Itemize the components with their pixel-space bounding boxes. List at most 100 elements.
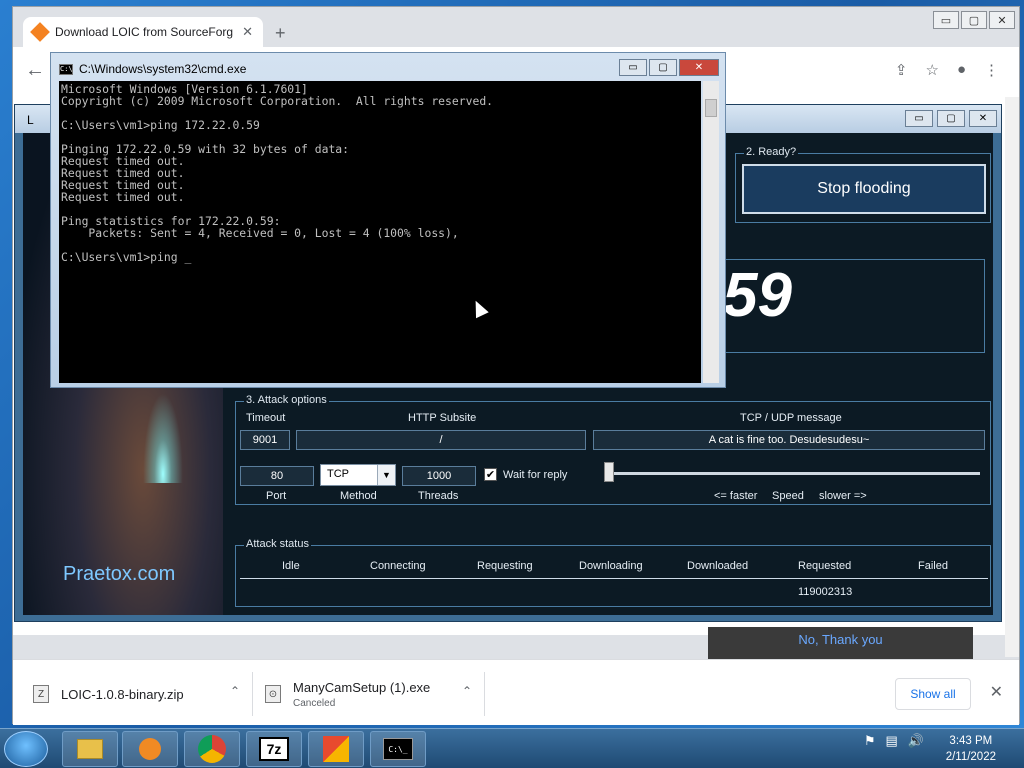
taskbar-explorer[interactable] bbox=[62, 731, 118, 767]
show-all-button[interactable]: Show all bbox=[895, 678, 971, 710]
port-input[interactable]: 80 bbox=[240, 466, 314, 486]
system-tray: ⚑ ▤ 🔊 bbox=[864, 733, 924, 749]
threads-input[interactable]: 1000 bbox=[402, 466, 476, 486]
network-icon[interactable]: ▤ bbox=[886, 733, 898, 749]
download-bar: Z LOIC-1.0.8-binary.zip ⌃ ⊙ ManyCamSetup… bbox=[13, 659, 1019, 725]
target-display: 59 bbox=[723, 259, 985, 353]
minimize-button[interactable]: ▭ bbox=[933, 11, 959, 29]
scroll-thumb[interactable] bbox=[705, 99, 717, 117]
taskbar-office[interactable] bbox=[308, 731, 364, 767]
share-icon[interactable]: ⇪ bbox=[895, 61, 908, 79]
port-label: Port bbox=[266, 490, 287, 502]
threads-label: Threads bbox=[418, 490, 459, 502]
cmd-window: C:\ C:\Windows\system32\cmd.exe ▭ ▢ ✕ Mi… bbox=[50, 52, 726, 388]
tcp-udp-message-input[interactable]: A cat is fine too. Desudesudesu~ bbox=[593, 430, 985, 450]
action-center-flag-icon[interactable]: ⚑ bbox=[864, 733, 876, 749]
status-col-idle: Idle bbox=[282, 560, 300, 572]
close-button[interactable]: ✕ bbox=[989, 11, 1015, 29]
console-line: Packets: Sent = 4, Received = 0, Lost = … bbox=[61, 226, 459, 240]
ready-group: 2. Ready? Stop flooding bbox=[735, 146, 991, 223]
speed-label: Speed bbox=[772, 490, 804, 502]
taskbar-7zip[interactable]: 7z bbox=[246, 731, 302, 767]
timeout-label: Timeout bbox=[246, 412, 286, 424]
bookmark-star-icon[interactable]: ☆ bbox=[925, 61, 938, 79]
taskbar-media-player[interactable] bbox=[122, 731, 178, 767]
chrome-icon bbox=[198, 735, 226, 763]
tab-close-icon[interactable]: ✕ bbox=[242, 24, 253, 40]
console-line: C:\Users\vm1>ping 172.22.0.59 bbox=[61, 118, 260, 132]
media-player-icon bbox=[139, 738, 161, 760]
sourceforge-icon bbox=[30, 22, 50, 42]
chevron-down-icon: ▼ bbox=[377, 465, 395, 485]
close-button[interactable]: ✕ bbox=[679, 59, 719, 76]
wait-for-reply-label: Wait for reply bbox=[503, 469, 568, 481]
chevron-up-icon[interactable]: ⌃ bbox=[462, 684, 472, 698]
requested-count: 119002313 bbox=[798, 586, 853, 598]
method-label: Method bbox=[340, 490, 377, 502]
new-tab-button[interactable]: + bbox=[275, 23, 286, 44]
speed-slider-track[interactable] bbox=[608, 472, 980, 475]
cmd-title: C:\Windows\system32\cmd.exe bbox=[79, 62, 247, 76]
folder-icon bbox=[77, 739, 103, 759]
exe-file-icon: ⊙ bbox=[265, 685, 281, 703]
cmd-icon: C:\ bbox=[59, 63, 73, 75]
maximize-button[interactable]: ▢ bbox=[961, 11, 987, 29]
volume-icon[interactable]: 🔊 bbox=[908, 733, 924, 749]
download-status: Canceled bbox=[293, 697, 336, 709]
speed-slower-label: slower => bbox=[819, 490, 867, 502]
taskbar: 7z C:\_ ⚑ ▤ 🔊 3:43 PM 2/11/2022 bbox=[0, 728, 1024, 768]
method-select[interactable]: TCP ▼ bbox=[320, 464, 396, 486]
http-subsite-label: HTTP Subsite bbox=[408, 412, 477, 424]
wait-for-reply-checkbox[interactable]: ✔ bbox=[484, 468, 497, 481]
page-scrollbar[interactable] bbox=[1005, 97, 1019, 657]
cmd-scrollbar[interactable] bbox=[703, 81, 719, 383]
start-button[interactable] bbox=[4, 731, 48, 767]
chrome-window-controls: ▭ ▢ ✕ bbox=[933, 11, 1015, 29]
status-col-downloaded: Downloaded bbox=[687, 560, 749, 572]
status-col-failed: Failed bbox=[918, 560, 948, 572]
clock-time: 3:43 PM bbox=[949, 735, 993, 747]
status-col-requested: Requested bbox=[798, 560, 852, 572]
ready-group-title: 2. Ready? bbox=[744, 146, 799, 158]
loic-title: L bbox=[27, 113, 34, 127]
browser-tab[interactable]: Download LOIC from SourceForg ✕ bbox=[23, 17, 263, 47]
praetox-brand: Praetox.com bbox=[63, 563, 176, 585]
download-item[interactable]: ⊙ ManyCamSetup (1).exe Canceled ⌃ bbox=[265, 672, 485, 716]
attack-status-group: Attack status Idle Connecting Requesting… bbox=[235, 538, 991, 607]
close-button[interactable]: ✕ bbox=[969, 110, 997, 127]
console-line: Request timed out. bbox=[61, 190, 185, 204]
status-col-requesting: Requesting bbox=[477, 560, 533, 572]
download-name: ManyCamSetup (1).exe bbox=[293, 679, 431, 695]
close-download-bar-icon[interactable]: ✕ bbox=[990, 682, 1003, 702]
status-divider bbox=[240, 578, 988, 579]
console-line: Copyright (c) 2009 Microsoft Corporation… bbox=[61, 94, 494, 108]
download-item[interactable]: Z LOIC-1.0.8-binary.zip ⌃ bbox=[33, 672, 253, 716]
timeout-input[interactable]: 9001 bbox=[240, 430, 290, 450]
cmd-titlebar: C:\ C:\Windows\system32\cmd.exe bbox=[59, 62, 246, 76]
back-icon[interactable]: ← bbox=[25, 59, 45, 82]
taskbar-chrome[interactable] bbox=[184, 731, 240, 767]
laser-beam bbox=[143, 393, 183, 483]
tcp-udp-message-label: TCP / UDP message bbox=[740, 412, 842, 424]
maximize-button[interactable]: ▢ bbox=[937, 110, 965, 127]
taskbar-cmd[interactable]: C:\_ bbox=[370, 731, 426, 767]
console-output[interactable]: Microsoft Windows [Version 6.1.7601] Copy… bbox=[59, 81, 701, 383]
attack-options-group: 3. Attack options Timeout 9001 HTTP Subs… bbox=[235, 394, 991, 505]
maximize-button[interactable]: ▢ bbox=[649, 59, 677, 76]
menu-icon[interactable]: ⋮ bbox=[984, 61, 999, 79]
profile-icon[interactable]: ● bbox=[957, 61, 966, 79]
chevron-up-icon[interactable]: ⌃ bbox=[230, 684, 240, 698]
speed-slider-thumb[interactable] bbox=[604, 462, 614, 482]
stop-flooding-button[interactable]: Stop flooding bbox=[742, 164, 986, 214]
taskbar-clock[interactable]: 3:43 PM 2/11/2022 bbox=[946, 733, 996, 765]
minimize-button[interactable]: ▭ bbox=[619, 59, 647, 76]
status-col-downloading: Downloading bbox=[579, 560, 643, 572]
tab-strip: Download LOIC from SourceForg ✕ + ▭ ▢ ✕ bbox=[13, 7, 1019, 47]
zip-file-icon: Z bbox=[33, 685, 49, 703]
cmd-taskbar-icon: C:\_ bbox=[383, 738, 413, 760]
attack-options-title: 3. Attack options bbox=[244, 394, 329, 406]
method-value: TCP bbox=[327, 468, 349, 480]
http-subsite-input[interactable]: / bbox=[296, 430, 586, 450]
office-icon bbox=[323, 736, 349, 762]
minimize-button[interactable]: ▭ bbox=[905, 110, 933, 127]
